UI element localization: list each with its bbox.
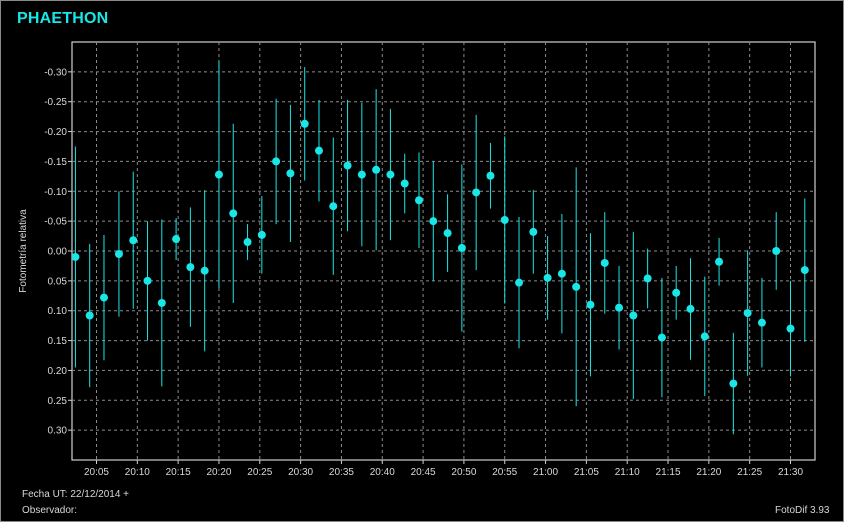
y-tick-label: -0.05 [44, 217, 67, 228]
x-tick-label: 21:00 [533, 467, 558, 478]
x-tick-label: 20:20 [206, 467, 231, 478]
data-point [515, 278, 524, 287]
data-point [372, 165, 381, 174]
data-point [114, 249, 123, 258]
x-tick-label: 21:10 [615, 467, 640, 478]
x-tick-label: 21:25 [737, 467, 762, 478]
data-point [829, 260, 837, 268]
data-point [543, 273, 552, 282]
data-point [157, 298, 166, 307]
data-point [143, 276, 152, 285]
x-tick-label: 20:30 [288, 467, 313, 478]
data-point [314, 146, 323, 155]
data-point [443, 229, 452, 238]
x-tick-label: 20:05 [84, 467, 109, 478]
data-point [243, 238, 252, 247]
data-point [572, 282, 581, 291]
y-tick-label: 0.00 [48, 247, 68, 258]
y-tick-label: -0.25 [44, 97, 67, 108]
y-tick-label: -0.15 [44, 157, 67, 168]
data-point [657, 333, 666, 342]
data-point [700, 332, 709, 341]
x-tick-label: 20:35 [329, 467, 354, 478]
data-point [99, 293, 108, 302]
x-tick-label: 20:40 [370, 467, 395, 478]
y-tick-label: 0.30 [48, 426, 68, 437]
y-tick-label: 0.10 [48, 306, 68, 317]
x-tick-label: 21:30 [778, 467, 803, 478]
version-label: FotoDif 3.93 [775, 505, 830, 516]
x-tick-label: 20:10 [125, 467, 150, 478]
y-tick-label: -0.10 [44, 187, 67, 198]
data-point [200, 266, 209, 275]
data-point [214, 170, 223, 179]
x-tick-label: 21:15 [656, 467, 681, 478]
data-point [629, 311, 638, 320]
x-tick-label: 20:50 [451, 467, 476, 478]
data-point [472, 188, 481, 197]
x-axis: 20:05 20:10 20:15 20:20 20:25 20:30 20:35 20:40… [84, 460, 803, 478]
data-point [743, 309, 752, 318]
y-tick-label: 0.25 [48, 396, 68, 407]
y-axis: -0.30 -0.25 -0.20 -0.15 -0.10 -0.05 0.00 0.05 0.… [44, 67, 72, 437]
data-point [686, 304, 695, 313]
y-tick-label: -0.30 [44, 67, 67, 78]
data-point [229, 209, 238, 218]
y-tick-label: 0.20 [48, 366, 68, 377]
data-point [415, 196, 424, 205]
data-point [300, 119, 309, 128]
data-point [457, 244, 466, 253]
data-point [129, 236, 138, 245]
y-axis-label: Fotometría relativa [18, 209, 29, 293]
y-tick-label: 0.15 [48, 336, 68, 347]
data-point [786, 324, 795, 333]
x-tick-label: 20:55 [492, 467, 517, 478]
data-point [429, 217, 438, 226]
y-tick-label: 0.05 [48, 276, 68, 287]
data-point [343, 161, 352, 170]
data-point [272, 157, 281, 166]
date-label: Fecha UT: 22/12/2014 + [22, 489, 130, 500]
data-point [172, 235, 181, 244]
chart: -0.30 -0.25 -0.20 -0.15 -0.10 -0.05 0.00 0.05 0.… [18, 41, 837, 478]
x-tick-label: 20:15 [166, 467, 191, 478]
data-point [672, 288, 681, 297]
data-point [486, 171, 495, 180]
data-point [729, 379, 738, 388]
data-point [357, 170, 366, 179]
data-point [557, 269, 566, 278]
data-point [286, 169, 295, 178]
data-point [772, 247, 781, 255]
data-point [600, 258, 609, 267]
data-point [757, 318, 766, 327]
data-point [400, 179, 409, 188]
data-point [586, 300, 595, 309]
data-point [72, 252, 80, 261]
data-point [800, 266, 809, 275]
x-tick-label: 20:45 [411, 467, 436, 478]
data-point [715, 257, 724, 266]
data-point [85, 311, 94, 320]
data-point [329, 202, 338, 211]
x-tick-label: 20:25 [247, 467, 272, 478]
data-point [643, 274, 652, 283]
data-point [186, 263, 195, 272]
y-tick-label: -0.20 [44, 127, 67, 138]
x-tick-label: 21:05 [574, 467, 599, 478]
observer-label: Observador: [22, 505, 78, 516]
data-point [615, 303, 624, 312]
data-point [500, 215, 509, 224]
data-point [386, 170, 395, 179]
x-tick-label: 21:20 [696, 467, 721, 478]
data-point [529, 227, 538, 236]
data-point [257, 230, 266, 239]
data-point [815, 256, 823, 264]
